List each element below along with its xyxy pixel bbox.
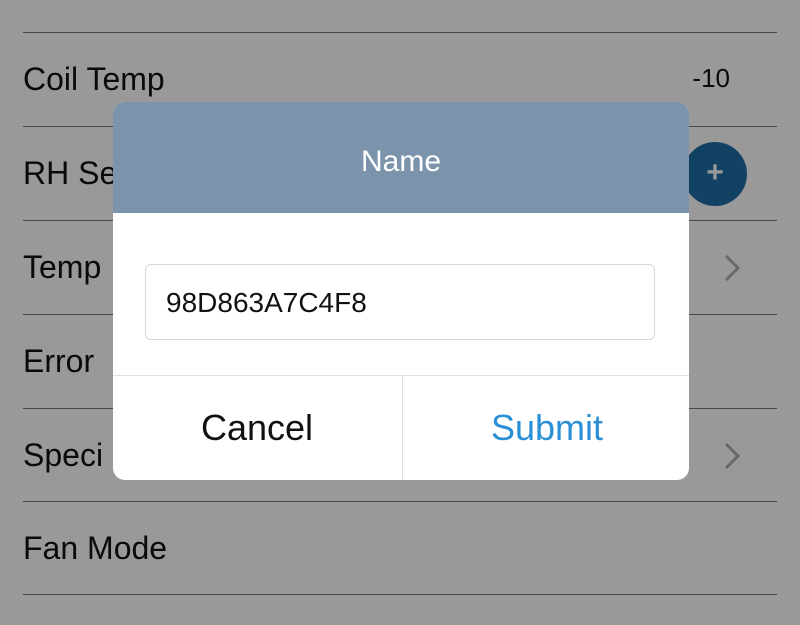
dialog-header: Name [113, 102, 689, 213]
name-dialog: Name 98D863A7C4F8 Cancel Submit [113, 102, 689, 480]
cancel-button[interactable]: Cancel [113, 376, 401, 480]
name-input-value: 98D863A7C4F8 [166, 287, 367, 318]
dialog-title: Name [360, 145, 442, 178]
name-input[interactable]: 98D863A7C4F8 [145, 264, 655, 340]
submit-button[interactable]: Submit [403, 376, 689, 480]
